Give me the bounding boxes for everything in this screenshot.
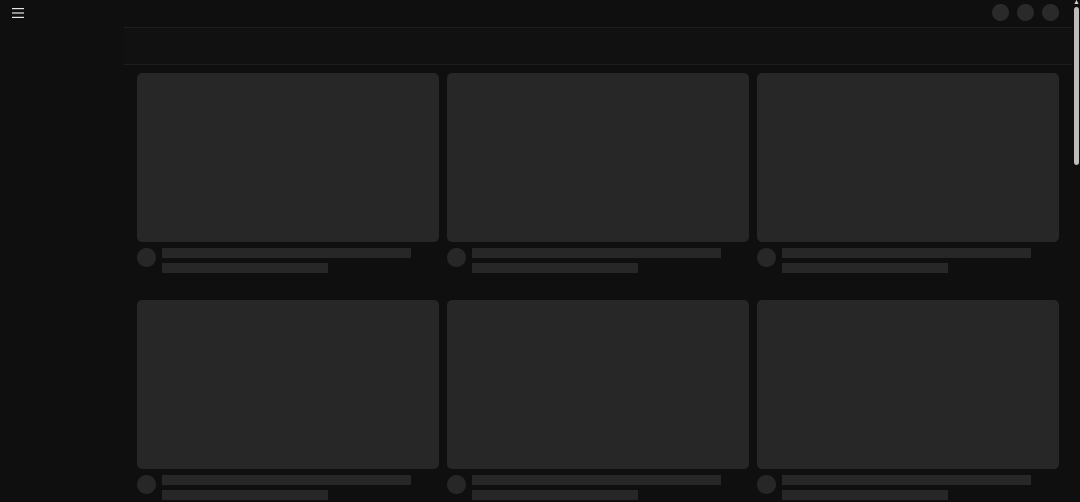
title-line-skeleton (782, 475, 1031, 485)
title-line-skeleton (162, 475, 411, 485)
subtitle-line-skeleton (472, 490, 638, 500)
video-card-skeleton[interactable] (137, 300, 439, 502)
video-meta-skeleton (757, 475, 1059, 502)
video-meta-skeleton (447, 248, 749, 282)
subtitle-line-skeleton (782, 490, 948, 500)
title-line-skeleton (782, 248, 1031, 258)
channel-avatar-skeleton (757, 248, 776, 267)
thumbnail-skeleton (447, 300, 749, 469)
channel-avatar-skeleton (137, 248, 156, 267)
video-meta-skeleton (137, 248, 439, 282)
chip-bar-placeholder (124, 27, 1074, 65)
video-card-skeleton[interactable] (447, 300, 749, 502)
channel-avatar-skeleton (757, 475, 776, 494)
channel-avatar-skeleton (447, 248, 466, 267)
vertical-scrollbar[interactable]: ▲ (1072, 0, 1080, 502)
header-actions (992, 4, 1059, 21)
video-meta-skeleton (137, 475, 439, 502)
title-line-skeleton (162, 248, 411, 258)
header-action-placeholder[interactable] (1017, 4, 1034, 21)
subtitle-line-skeleton (162, 490, 328, 500)
scroll-up-arrow-icon[interactable]: ▲ (1073, 0, 1080, 6)
title-line-skeleton (472, 248, 721, 258)
app-root: ▲ (0, 0, 1080, 502)
hamburger-menu-icon (12, 8, 24, 18)
channel-avatar-skeleton (137, 475, 156, 494)
header-action-placeholder[interactable] (992, 4, 1009, 21)
thumbnail-skeleton (757, 73, 1059, 242)
subtitle-line-skeleton (472, 263, 638, 273)
video-card-skeleton[interactable] (757, 73, 1059, 276)
video-grid (137, 73, 1059, 502)
thumbnail-skeleton (137, 73, 439, 242)
video-card-skeleton[interactable] (757, 300, 1059, 502)
menu-button[interactable] (9, 4, 27, 22)
video-meta-skeleton (757, 248, 1059, 282)
video-card-skeleton[interactable] (447, 73, 749, 276)
subtitle-line-skeleton (782, 263, 948, 273)
subtitle-line-skeleton (162, 263, 328, 273)
thumbnail-skeleton (447, 73, 749, 242)
video-meta-skeleton (447, 475, 749, 502)
video-card-skeleton[interactable] (137, 73, 439, 276)
channel-avatar-skeleton (447, 475, 466, 494)
scrollbar-thumb[interactable] (1074, 7, 1079, 165)
title-line-skeleton (472, 475, 721, 485)
thumbnail-skeleton (757, 300, 1059, 469)
thumbnail-skeleton (137, 300, 439, 469)
avatar-placeholder[interactable] (1042, 4, 1059, 21)
